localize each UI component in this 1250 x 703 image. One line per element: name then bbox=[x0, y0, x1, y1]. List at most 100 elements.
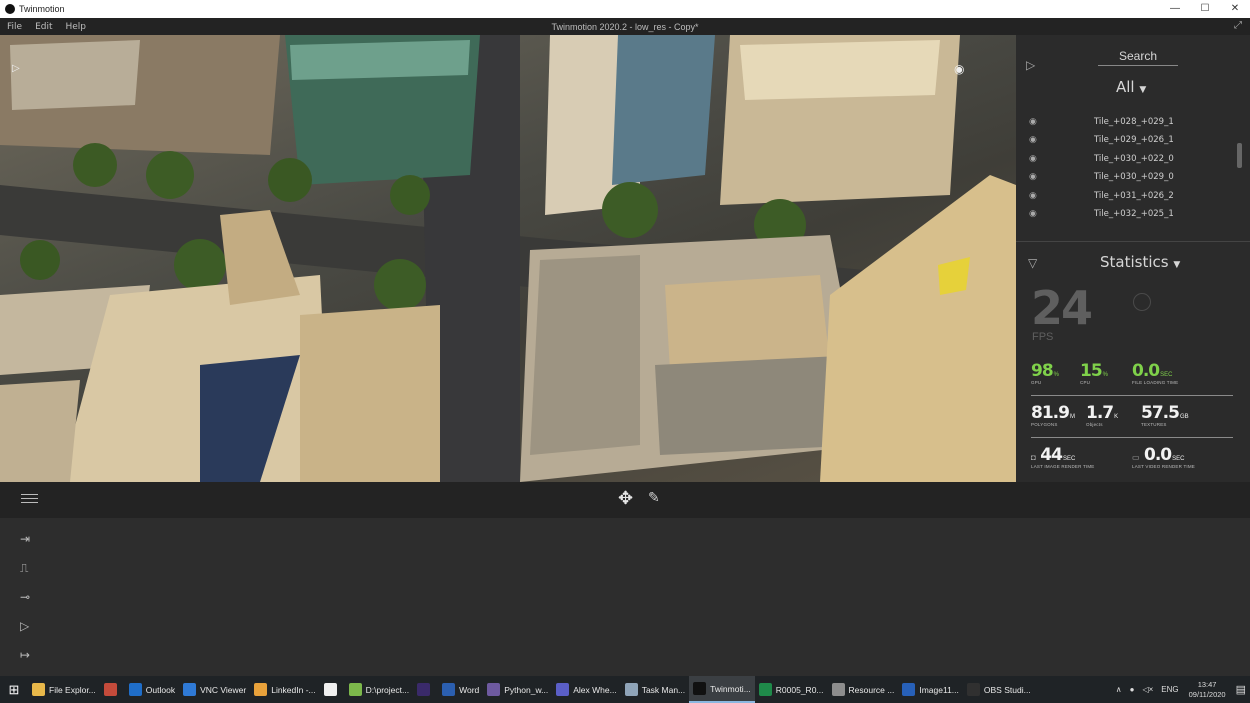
taskbar-item-label: Twinmoti... bbox=[710, 683, 751, 694]
taskbar-item-label: VNC Viewer bbox=[200, 684, 247, 695]
volume-muted-icon[interactable]: ◁× bbox=[1142, 685, 1153, 694]
app-icon bbox=[183, 683, 197, 696]
taskbar-item[interactable]: Outlook bbox=[125, 676, 179, 703]
app-icon bbox=[624, 683, 638, 696]
app-icon bbox=[103, 683, 117, 696]
viewport-visibility-icon[interactable]: ◉ bbox=[954, 62, 964, 76]
taskbar-item[interactable]: VNC Viewer bbox=[179, 676, 250, 703]
chevron-up-icon[interactable]: ∧ bbox=[1116, 685, 1122, 694]
settings-wave-icon[interactable]: ⎍ bbox=[20, 561, 42, 577]
taskbar-item-label: Python_w... bbox=[504, 684, 549, 695]
app-icon bbox=[966, 683, 980, 696]
objects-metric: 1.7K Objects bbox=[1086, 403, 1119, 427]
gpu-metric: 98% GPU bbox=[1031, 361, 1060, 385]
taskbar-item[interactable]: Resource ... bbox=[828, 676, 899, 703]
chevron-down-icon: ▼ bbox=[1139, 85, 1147, 95]
item-label: Tile_+029_+026_1 bbox=[1094, 135, 1174, 146]
viewport-play-icon[interactable]: ▷ bbox=[12, 63, 20, 74]
eye-icon[interactable]: ◉ bbox=[1029, 208, 1037, 219]
app-icon bbox=[348, 683, 362, 696]
menu-edit[interactable]: Edit bbox=[35, 22, 52, 32]
taskbar-item[interactable]: Python_w... bbox=[483, 676, 552, 703]
item-label: Tile_+028_+029_1 bbox=[1094, 117, 1174, 127]
document-title: Twinmotion 2020.2 - low_res - Copy* bbox=[551, 21, 699, 32]
list-item[interactable]: ◉ Tile_+031_+026_2 bbox=[1016, 188, 1240, 206]
list-item[interactable]: ◉ Tile_+030_+022_0 bbox=[1016, 151, 1240, 169]
taskbar-item[interactable]: OBS Studi... bbox=[963, 676, 1035, 703]
taskbar-item[interactable]: Image11... bbox=[898, 676, 963, 703]
language-indicator[interactable]: ENG bbox=[1161, 685, 1178, 694]
list-scrollbar[interactable] bbox=[1237, 143, 1242, 168]
menu-help[interactable]: Help bbox=[66, 22, 87, 32]
statistics-dropdown[interactable]: Statistics ▼ bbox=[1100, 253, 1180, 271]
taskbar-item-label: R0005_R0... bbox=[775, 684, 824, 695]
hamburger-menu-icon[interactable] bbox=[21, 494, 38, 506]
fullscreen-icon[interactable]: ⤢ bbox=[1234, 20, 1242, 31]
panel-divider bbox=[1016, 241, 1250, 242]
windows-start-icon[interactable]: ⊞ bbox=[0, 682, 28, 698]
move-tool-icon[interactable]: ✥ bbox=[618, 488, 633, 509]
clock[interactable]: 13:47 09/11/2020 bbox=[1189, 680, 1226, 700]
search-field[interactable]: Search bbox=[1098, 49, 1178, 66]
stats-divider bbox=[1031, 437, 1233, 438]
item-label: Tile_+032_+025_1 bbox=[1094, 208, 1174, 219]
filter-dropdown[interactable]: All ▼ bbox=[1116, 78, 1146, 96]
fps-value: 24 bbox=[1031, 281, 1093, 335]
3d-viewport[interactable]: ▷ ◉ bbox=[0, 35, 1016, 482]
list-item[interactable]: ◉ Tile_+030_+029_0 bbox=[1016, 169, 1240, 187]
taskbar-item[interactable] bbox=[320, 676, 345, 703]
eye-icon[interactable]: ◉ bbox=[1029, 116, 1037, 127]
menu-file[interactable]: File bbox=[7, 22, 22, 32]
eye-icon[interactable]: ◉ bbox=[1029, 153, 1037, 164]
close-button[interactable]: ✕ bbox=[1220, 0, 1250, 18]
fps-label: FPS bbox=[1032, 331, 1054, 343]
notifications-icon[interactable]: ▤ bbox=[1236, 683, 1246, 696]
taskbar-item[interactable]: LinkedIn -... bbox=[250, 676, 319, 703]
statistics-collapse-icon[interactable]: ▽ bbox=[1028, 256, 1037, 270]
scene-object-list: ◉ Tile_+028_+029_1 ◉ Tile_+029_+026_1 ◉ Til… bbox=[1016, 114, 1240, 224]
export-icon[interactable]: ↦ bbox=[20, 648, 42, 664]
app-icon bbox=[323, 683, 337, 696]
taskbar-item-label: LinkedIn -... bbox=[271, 684, 316, 695]
app-icon bbox=[487, 683, 501, 696]
eye-icon[interactable]: ◉ bbox=[1029, 134, 1037, 145]
app-icon bbox=[254, 683, 268, 696]
taskbar-item[interactable]: Word bbox=[438, 676, 483, 703]
taskbar-item[interactable]: Alex Whe... bbox=[552, 676, 620, 703]
list-item[interactable]: ◉ Tile_+032_+025_1 bbox=[1016, 206, 1240, 224]
bottom-dock: ⇥ ⎍ ⊸ ▷ ↦ bbox=[0, 518, 1250, 676]
taskbar-item-label: Outlook bbox=[145, 684, 176, 695]
textures-metric: 57.5GB TEXTURES bbox=[1141, 403, 1189, 427]
viewport-scene-render bbox=[0, 35, 1016, 482]
taskbar-item[interactable] bbox=[413, 676, 438, 703]
scene-side-panel: ▷ Search All ▼ ◉ Tile_+028_+029_1 ◉ Tile_+… bbox=[1016, 35, 1250, 482]
import-icon[interactable]: ⇥ bbox=[20, 532, 42, 548]
window-titlebar: Twinmotion — ☐ ✕ bbox=[0, 0, 1250, 18]
item-label: Tile_+030_+029_0 bbox=[1094, 172, 1174, 183]
taskbar-item-label: OBS Studi... bbox=[983, 684, 1031, 695]
taskbar-item[interactable]: Task Man... bbox=[621, 676, 689, 703]
pipette-icon[interactable]: ✎ bbox=[648, 489, 660, 506]
file-loading-metric: 0.0SEC FILE LOADING TIME bbox=[1132, 361, 1179, 385]
taskbar-item-label: Resource ... bbox=[848, 684, 895, 695]
video-render-metric: ▭ 0.0SEC LAST VIDEO RENDER TIME bbox=[1132, 445, 1195, 469]
list-item[interactable]: ◉ Tile_+028_+029_1 bbox=[1016, 114, 1240, 132]
panel-expand-icon[interactable]: ▷ bbox=[1026, 58, 1035, 72]
eye-icon[interactable]: ◉ bbox=[1029, 171, 1037, 182]
path-icon[interactable]: ⊸ bbox=[20, 590, 42, 606]
taskbar-item[interactable]: Twinmoti... bbox=[689, 676, 755, 703]
list-item[interactable]: ◉ Tile_+029_+026_1 bbox=[1016, 132, 1240, 150]
media-icon[interactable]: ▷ bbox=[20, 619, 42, 635]
microphone-icon[interactable]: ● bbox=[1130, 685, 1135, 694]
taskbar-item[interactable]: D:\project... bbox=[345, 676, 413, 703]
taskbar-item[interactable]: File Explor... bbox=[28, 676, 100, 703]
app-icon bbox=[758, 683, 772, 696]
eye-icon[interactable]: ◉ bbox=[1029, 190, 1037, 201]
taskbar-apps: File Explor... Outlook VNC Viewer LinkedIn … bbox=[28, 676, 1035, 703]
maximize-button[interactable]: ☐ bbox=[1190, 0, 1220, 18]
taskbar-item-label: D:\project... bbox=[365, 684, 410, 695]
minimize-button[interactable]: — bbox=[1160, 0, 1190, 18]
taskbar-item[interactable] bbox=[100, 676, 125, 703]
stats-divider bbox=[1031, 395, 1233, 396]
taskbar-item[interactable]: R0005_R0... bbox=[755, 676, 828, 703]
